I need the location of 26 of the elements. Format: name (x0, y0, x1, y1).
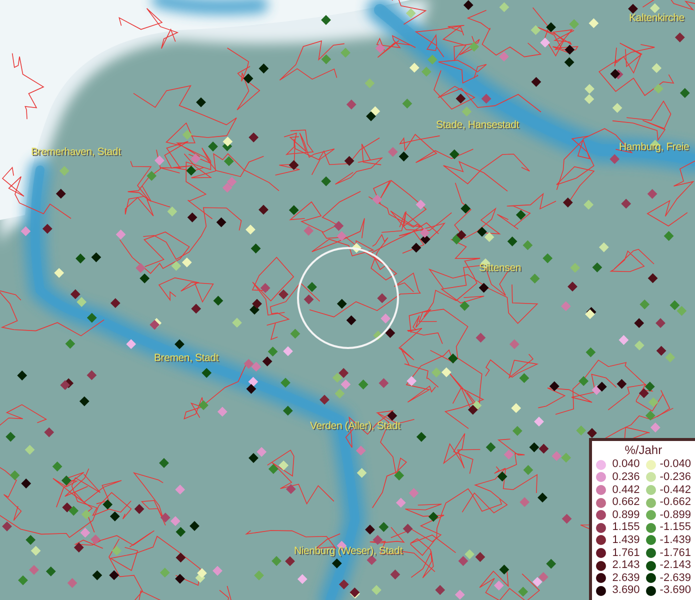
legend-value: -0.899 (660, 508, 691, 522)
legend-value: -0.040 (660, 458, 691, 472)
legend-value: 2.143 (611, 559, 640, 572)
place-label: Bremen, Stadt (154, 352, 219, 364)
legend-value: -3.690 (660, 584, 691, 597)
legend-value: -1.155 (660, 521, 691, 534)
legend-value: 0.442 (611, 484, 640, 496)
place-label: Stade, Hansestadt (436, 119, 519, 131)
legend-value: -0.236 (660, 471, 691, 484)
legend-title: %/Jahr (624, 443, 664, 458)
legend-value: -0.662 (660, 496, 691, 509)
legend-value: -1.439 (660, 534, 691, 547)
legend-value: -1.761 (660, 546, 691, 560)
legend-value: 0.040 (611, 458, 640, 472)
legend-value: -2.143 (660, 559, 691, 572)
legend-value: 1.761 (611, 546, 640, 560)
legend-value: 0.662 (611, 496, 640, 509)
legend-value: -0.442 (660, 484, 691, 496)
legend-value: 1.439 (611, 534, 640, 547)
legend-value: 0.236 (611, 471, 640, 484)
place-label: Kaltenkirche (629, 12, 684, 24)
legend-value: 1.155 (611, 521, 640, 534)
legend-value: 2.639 (611, 572, 640, 584)
legend-value: 0.899 (611, 508, 640, 522)
legend-value: 3.690 (611, 584, 640, 597)
legend-value: -2.639 (660, 572, 691, 584)
